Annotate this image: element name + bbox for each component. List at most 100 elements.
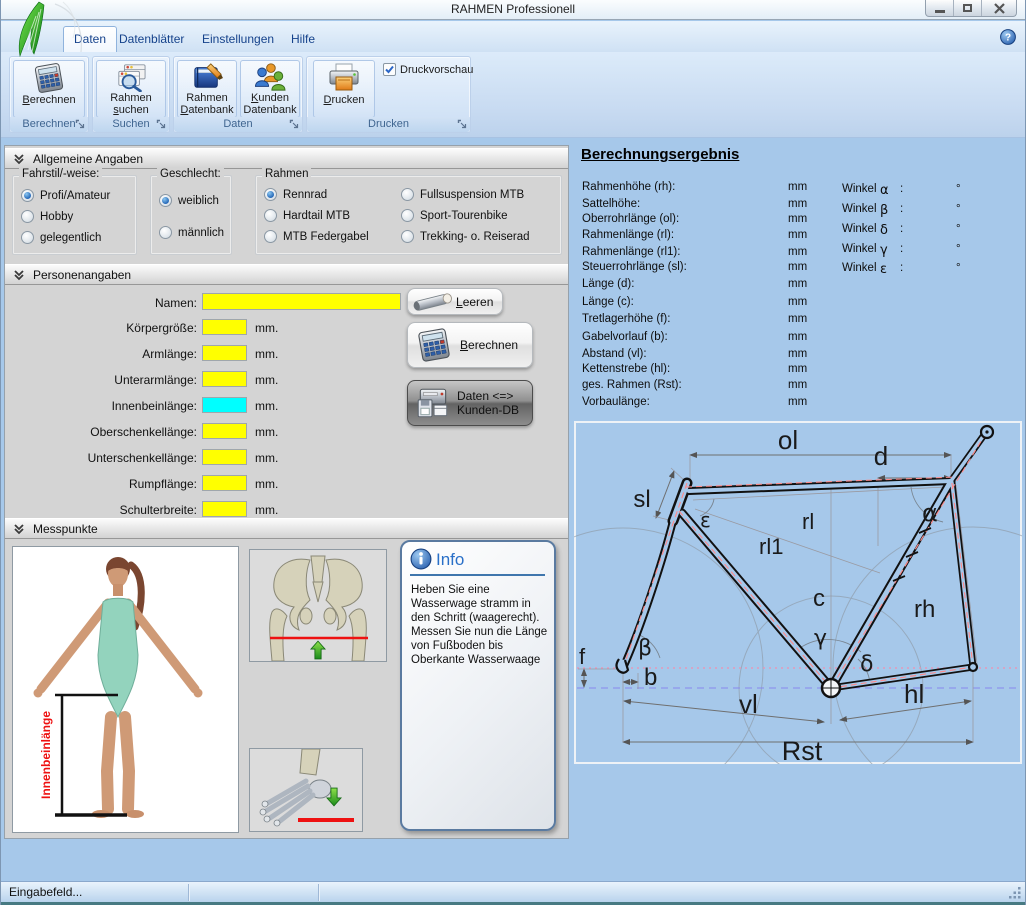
section-header-messpunkte[interactable]: Messpunkte bbox=[5, 518, 568, 539]
ribbon-group-berechnen: Berechnen Berechnen bbox=[9, 56, 89, 133]
field-label: Oberschenkellänge: bbox=[7, 425, 197, 439]
result-label: Länge (d): bbox=[582, 278, 634, 290]
diagram-label-f: f bbox=[579, 644, 586, 669]
schulterbreite-input[interactable] bbox=[202, 501, 247, 517]
title-bar[interactable]: RAHMEN Professionell bbox=[1, 0, 1025, 20]
unterschenkellaenge-input[interactable] bbox=[202, 449, 247, 465]
dialog-launcher-icon[interactable] bbox=[156, 119, 167, 130]
radio-fullsuspension-mtb[interactable]: Fullsuspension MTB bbox=[401, 188, 524, 201]
field-label: Schulterbreite: bbox=[7, 503, 197, 517]
result-label: Rahmenlänge (rl1): bbox=[582, 246, 680, 258]
radio-trekking-reiserad[interactable]: Trekking- o. Reiserad bbox=[401, 230, 530, 243]
tab-label: Datenblätter bbox=[119, 32, 184, 46]
result-unit: mm bbox=[788, 313, 807, 325]
tab-hilfe[interactable]: Hilfe bbox=[291, 32, 315, 46]
checkbox-label: Druckvorschau bbox=[400, 64, 473, 76]
innenbeinlaenge-input[interactable] bbox=[202, 397, 247, 413]
diagram-label-hl: hl bbox=[904, 679, 924, 709]
section-header-allgemeine-angaben[interactable]: Allgemeine Angaben bbox=[5, 148, 568, 169]
resize-grip[interactable] bbox=[1009, 886, 1022, 899]
result-unit: mm bbox=[788, 181, 807, 193]
unit-label: mm. bbox=[255, 321, 278, 335]
radio-icon bbox=[21, 210, 34, 223]
radio-label: MTB Federgabel bbox=[283, 231, 369, 243]
radio-label: Hardtail MTB bbox=[283, 210, 350, 222]
diagram-angle-beta: β bbox=[638, 636, 652, 661]
angle-row: Winkelγ:° bbox=[842, 243, 1012, 259]
button-label: Leeren bbox=[456, 295, 493, 309]
tab-datenblaetter[interactable]: Datenblätter bbox=[119, 32, 184, 46]
angle-row: Winkelβ:° bbox=[842, 203, 1012, 219]
dialog-launcher-icon[interactable] bbox=[289, 119, 300, 130]
customers-people-icon bbox=[252, 62, 288, 92]
result-unit: mm bbox=[788, 229, 807, 241]
innenbeinlaenge-measure-label: Innenbeinlänge bbox=[39, 711, 53, 799]
drucken-button[interactable]: Drucken bbox=[313, 60, 375, 118]
armlaenge-input[interactable] bbox=[202, 345, 247, 361]
foot-image bbox=[249, 748, 363, 832]
dialog-launcher-icon[interactable] bbox=[75, 119, 86, 130]
unit-label: mm. bbox=[255, 477, 278, 491]
berechnen-form-button[interactable]: Berechnen bbox=[407, 322, 533, 368]
berechnen-ribbon-button[interactable]: Berechnen bbox=[13, 60, 85, 118]
rumpflaenge-input[interactable] bbox=[202, 475, 247, 491]
app-window: RAHMEN Professionell Daten Datenblätter … bbox=[0, 0, 1026, 905]
chevron-double-down-icon bbox=[13, 153, 25, 165]
radio-icon bbox=[159, 194, 172, 207]
groupbox-legend: Rahmen bbox=[262, 168, 311, 180]
tab-einstellungen[interactable]: Einstellungen bbox=[202, 32, 274, 46]
radio-icon bbox=[401, 188, 414, 201]
diagram-angle-alpha: α bbox=[922, 499, 938, 527]
results-title: Berechnungsergebnis bbox=[581, 146, 739, 163]
result-label: Oberrohrlänge (ol): bbox=[582, 213, 679, 225]
close-button[interactable] bbox=[982, 0, 1016, 16]
rahmen-suchen-button[interactable]: Rahmensuchen bbox=[96, 60, 166, 118]
rahmen-datenbank-button[interactable]: RahmenDatenbank bbox=[177, 60, 237, 118]
radio-maennlich[interactable]: männlich bbox=[159, 226, 224, 239]
radio-rennrad[interactable]: Rennrad bbox=[264, 188, 327, 201]
dialog-launcher-icon[interactable] bbox=[457, 119, 468, 130]
result-unit: mm bbox=[788, 213, 807, 225]
printer-icon bbox=[326, 62, 362, 94]
window-controls bbox=[925, 0, 1017, 17]
minimize-button[interactable] bbox=[926, 0, 954, 16]
info-title: Info bbox=[436, 550, 464, 570]
radio-mtb-federgabel[interactable]: MTB Federgabel bbox=[264, 230, 369, 243]
oberschenkellaenge-input[interactable] bbox=[202, 423, 247, 439]
frame-diagram: ol d sl rl rl1 c rh f b vl hl Rst α β γ … bbox=[574, 421, 1022, 764]
radio-label: Trekking- o. Reiserad bbox=[420, 231, 530, 243]
druckvorschau-checkbox[interactable]: Druckvorschau bbox=[383, 63, 473, 76]
diagram-label-rl1: rl1 bbox=[759, 534, 783, 559]
unterarmlaenge-input[interactable] bbox=[202, 371, 247, 387]
result-label: ges. Rahmen (Rst): bbox=[582, 379, 682, 391]
field-label: Unterschenkellänge: bbox=[7, 451, 197, 465]
group-caption: Suchen bbox=[93, 117, 169, 132]
maximize-button[interactable] bbox=[954, 0, 982, 16]
radio-icon bbox=[401, 209, 414, 222]
ribbon-group-daten: RahmenDatenbank KundenDatenbank Daten bbox=[173, 56, 303, 133]
name-input[interactable] bbox=[202, 293, 401, 310]
radio-gelegentlich[interactable]: gelegentlich bbox=[21, 231, 101, 244]
calculator-icon bbox=[414, 327, 454, 363]
radio-profi-amateur[interactable]: Profi/Amateur bbox=[21, 189, 110, 202]
field-label: Rumpflänge: bbox=[7, 477, 197, 491]
ribbon: Berechnen Berechnen Rahmensuchen Suchen … bbox=[1, 52, 1025, 138]
kunden-datenbank-button[interactable]: KundenDatenbank bbox=[240, 60, 300, 118]
radio-weiblich[interactable]: weiblich bbox=[159, 194, 219, 207]
daten-kunden-db-button[interactable]: Daten <=>Kunden-DB bbox=[407, 380, 533, 426]
diagram-label-vl: vl bbox=[739, 689, 758, 719]
info-divider bbox=[410, 574, 545, 576]
section-header-personenangaben[interactable]: Personenangaben bbox=[5, 264, 568, 285]
help-icon[interactable] bbox=[1000, 29, 1016, 45]
radio-hobby[interactable]: Hobby bbox=[21, 210, 73, 223]
field-label: Armlänge: bbox=[7, 347, 197, 361]
radio-label: Rennrad bbox=[283, 189, 327, 201]
radio-icon bbox=[264, 230, 277, 243]
leeren-button[interactable]: Leeren bbox=[407, 288, 503, 315]
diagram-label-b: b bbox=[644, 664, 657, 691]
koerpergroesse-input[interactable] bbox=[202, 319, 247, 335]
radio-hardtail-mtb[interactable]: Hardtail MTB bbox=[264, 209, 350, 222]
calculator-icon bbox=[30, 62, 68, 94]
angle-row: Winkelε:° bbox=[842, 262, 1012, 278]
radio-sport-tourenbike[interactable]: Sport-Tourenbike bbox=[401, 209, 508, 222]
